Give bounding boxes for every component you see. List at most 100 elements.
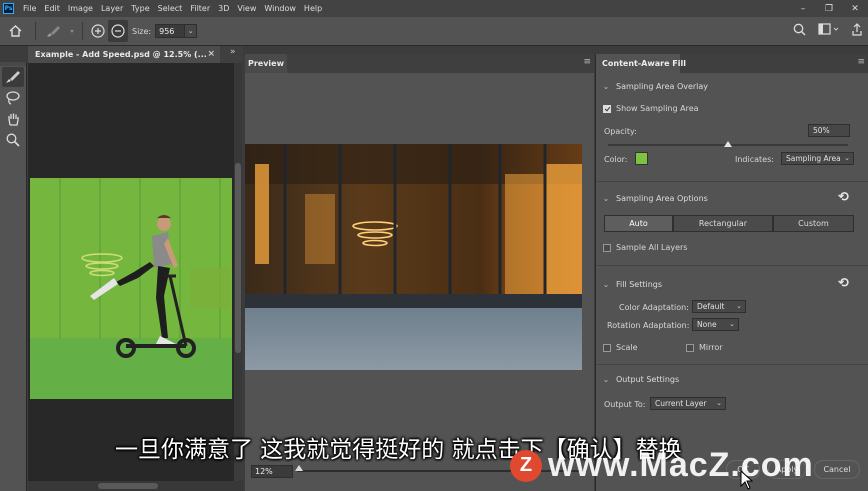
chevron-down-icon: ⌄ (602, 374, 610, 384)
minimize-icon[interactable]: – (790, 0, 816, 17)
document-vertical-scrollbar[interactable] (234, 63, 242, 463)
document-image[interactable] (30, 178, 232, 399)
menu-help[interactable]: Help (300, 4, 326, 13)
sample-all-layers-checkbox[interactable] (603, 244, 611, 252)
menu-bar: Ps File Edit Image Layer Type Select Fil… (0, 0, 868, 17)
color-label: Color: (604, 155, 628, 164)
rotation-adaptation-value: None (697, 320, 717, 329)
menu-edit[interactable]: Edit (40, 4, 64, 13)
brush-tool-preset-icon[interactable] (41, 17, 67, 46)
menu-image[interactable]: Image (64, 4, 97, 13)
watermark-text: www.MacZ.com (548, 446, 814, 484)
mouse-cursor-icon (740, 470, 754, 490)
indicates-label: Indicates: (735, 155, 774, 164)
subtract-from-sampling-icon[interactable] (108, 20, 128, 42)
hand-tool-icon[interactable] (2, 109, 24, 129)
home-icon[interactable] (0, 17, 30, 46)
panel-menu-icon[interactable]: ≡ (583, 57, 591, 67)
lasso-tool-icon[interactable] (2, 88, 24, 108)
menu-filter[interactable]: Filter (186, 4, 214, 13)
document-tab[interactable]: Example - Add Speed.psd @ 12.5% (... × (28, 46, 220, 63)
content-aware-fill-panel: Content-Aware Fill ≡ ⌄ Sampling Area Ove… (595, 54, 868, 491)
opacity-slider-thumb[interactable] (724, 141, 732, 147)
tools-panel (0, 62, 27, 491)
document-tab-title: Example - Add Speed.psd @ 12.5% (... (35, 50, 207, 59)
chevron-down-icon: ⌄ (602, 193, 610, 203)
document-horizontal-scrollbar[interactable] (28, 481, 243, 491)
tab-preview[interactable]: Preview (245, 54, 287, 73)
close-window-icon[interactable]: ✕ (842, 0, 868, 17)
restore-icon[interactable]: ❐ (816, 0, 842, 17)
scale-checkbox[interactable] (603, 344, 611, 352)
watermark-logo-icon: Z (510, 449, 542, 482)
preset-dropdown-icon[interactable]: ▾ (67, 17, 77, 46)
indicates-value: Sampling Area (786, 154, 841, 163)
scroll-thumb[interactable] (235, 163, 241, 353)
size-input[interactable]: 956 (155, 24, 186, 38)
show-sampling-area-checkbox[interactable] (603, 105, 611, 113)
zoom-tool-icon[interactable] (2, 130, 24, 150)
menu-3d[interactable]: 3D (214, 4, 233, 13)
output-to-dropdown[interactable]: Current Layer ⌄ (650, 397, 726, 410)
menu-view[interactable]: View (233, 4, 260, 13)
preview-image[interactable] (245, 144, 582, 370)
menu-window[interactable]: Window (260, 4, 300, 13)
toolbar-grip[interactable] (0, 62, 26, 66)
size-dropdown-icon[interactable]: ⌄ (185, 24, 198, 38)
menu-layer[interactable]: Layer (97, 4, 127, 13)
opacity-label: Opacity: (604, 127, 637, 136)
divider (82, 22, 83, 40)
cancel-button[interactable]: Cancel (814, 460, 860, 479)
opacity-input[interactable]: 50% (808, 124, 850, 137)
panel-menu-icon[interactable]: ≡ (857, 57, 865, 67)
rotation-adaptation-label: Rotation Adaptation: (607, 321, 690, 330)
divider (596, 364, 868, 365)
sampling-custom-button[interactable]: Custom (773, 215, 854, 232)
section-sampling-area-options[interactable]: ⌄ Sampling Area Options (596, 189, 868, 207)
watermark: Z www.MacZ.com (510, 446, 814, 485)
rotation-adaptation-dropdown[interactable]: None ⌄ (692, 318, 739, 331)
chevron-down-icon: ⌄ (736, 302, 742, 310)
section-title: Fill Settings (616, 279, 663, 289)
chevron-down-icon: ⌄ (716, 399, 722, 407)
reset-sampling-icon[interactable]: ⟲ (838, 190, 849, 205)
sampling-auto-button[interactable]: Auto (604, 215, 673, 232)
menu-select[interactable]: Select (154, 4, 187, 13)
menu-type[interactable]: Type (127, 4, 153, 13)
chevron-down-icon: ⌄ (729, 320, 735, 328)
sampling-rectangular-button[interactable]: Rectangular (673, 215, 773, 232)
output-to-label: Output To: (604, 400, 646, 409)
zoom-slider-thumb[interactable] (295, 465, 303, 471)
close-icon[interactable]: × (207, 49, 215, 59)
window-controls: – ❐ ✕ (790, 0, 868, 17)
section-fill-settings[interactable]: ⌄ Fill Settings (596, 275, 868, 293)
sampling-brush-tool-icon[interactable] (2, 67, 24, 87)
preview-tab-bar: Preview ≡ (245, 54, 594, 73)
section-title: Sampling Area Options (616, 193, 708, 203)
color-adaptation-label: Color Adaptation: (619, 303, 689, 312)
add-to-sampling-icon[interactable] (88, 17, 108, 46)
search-icon[interactable] (793, 23, 806, 36)
sample-all-layers-label: Sample All Layers (616, 243, 688, 252)
zoom-field[interactable]: 12% (251, 465, 293, 478)
reset-fill-icon[interactable]: ⟲ (838, 276, 849, 291)
mirror-checkbox[interactable] (686, 344, 694, 352)
section-output-settings[interactable]: ⌄ Output Settings (596, 370, 868, 388)
section-title: Output Settings (616, 374, 680, 384)
scale-label: Scale (616, 343, 638, 352)
scroll-thumb[interactable] (98, 483, 158, 489)
tab-content-aware-fill[interactable]: Content-Aware Fill (596, 54, 686, 73)
indicates-dropdown[interactable]: Sampling Area ⌄ (781, 152, 854, 165)
overlay-color-swatch[interactable] (635, 152, 648, 165)
divider (596, 181, 868, 182)
workspace-icon[interactable] (818, 23, 840, 36)
collapse-panel-icon[interactable]: » (230, 47, 236, 57)
share-icon[interactable] (852, 23, 862, 36)
color-adaptation-value: Default (697, 302, 725, 311)
size-label: Size: (132, 26, 152, 36)
color-adaptation-dropdown[interactable]: Default ⌄ (692, 300, 746, 313)
section-sampling-area-overlay[interactable]: ⌄ Sampling Area Overlay (596, 77, 868, 95)
divider (35, 22, 36, 40)
options-bar: ▾ Size: 956 ⌄ (0, 17, 868, 46)
menu-file[interactable]: File (19, 4, 40, 13)
